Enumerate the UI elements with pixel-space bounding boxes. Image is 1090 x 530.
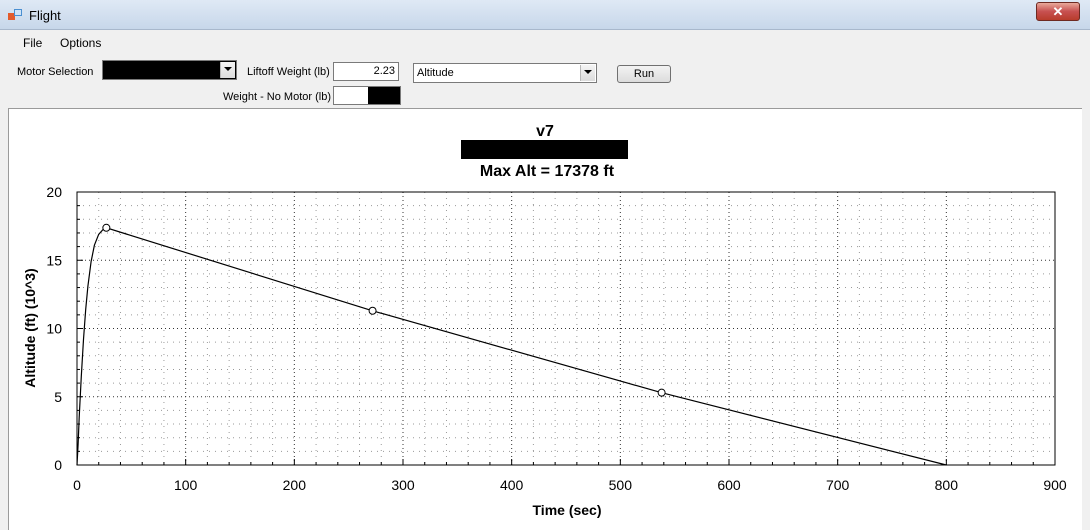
chart-title: v7	[536, 123, 554, 140]
x-tick-label: 100	[174, 477, 198, 493]
x-tick-label: 900	[1043, 477, 1067, 493]
x-tick-label: 700	[826, 477, 850, 493]
y-axis-label: Altitude (ft) (10^3)	[22, 268, 38, 387]
chart-ticks: 0 100 200 300 400 500 600 700 800 900 0 5 10 15 20	[46, 184, 1066, 493]
x-tick-label: 500	[609, 477, 633, 493]
chart-subtitle: Max Alt = 17378 ft	[480, 163, 615, 180]
data-point-marker	[657, 388, 666, 397]
x-tick-label: 300	[391, 477, 415, 493]
x-tick-label: 200	[283, 477, 307, 493]
x-tick-label: 600	[717, 477, 741, 493]
y-tick-label: 0	[54, 457, 62, 473]
x-axis-label: Time (sec)	[533, 502, 602, 518]
x-tick-label: 400	[500, 477, 524, 493]
altitude-line	[76, 227, 947, 466]
y-tick-label: 20	[46, 184, 62, 200]
data-point-marker	[102, 223, 111, 232]
redacted-subtitle-bar	[461, 140, 628, 159]
y-tick-label: 5	[54, 389, 62, 405]
x-tick-label: 800	[935, 477, 959, 493]
altitude-chart: v7 Max Alt = 17378 ft 0 100 200 300 400 500 60…	[22, 123, 1067, 518]
y-tick-label: 10	[46, 321, 62, 337]
chart-grid	[77, 192, 1055, 465]
y-tick-label: 15	[46, 252, 62, 268]
x-tick-label: 0	[73, 477, 81, 493]
data-point-marker	[368, 306, 377, 315]
